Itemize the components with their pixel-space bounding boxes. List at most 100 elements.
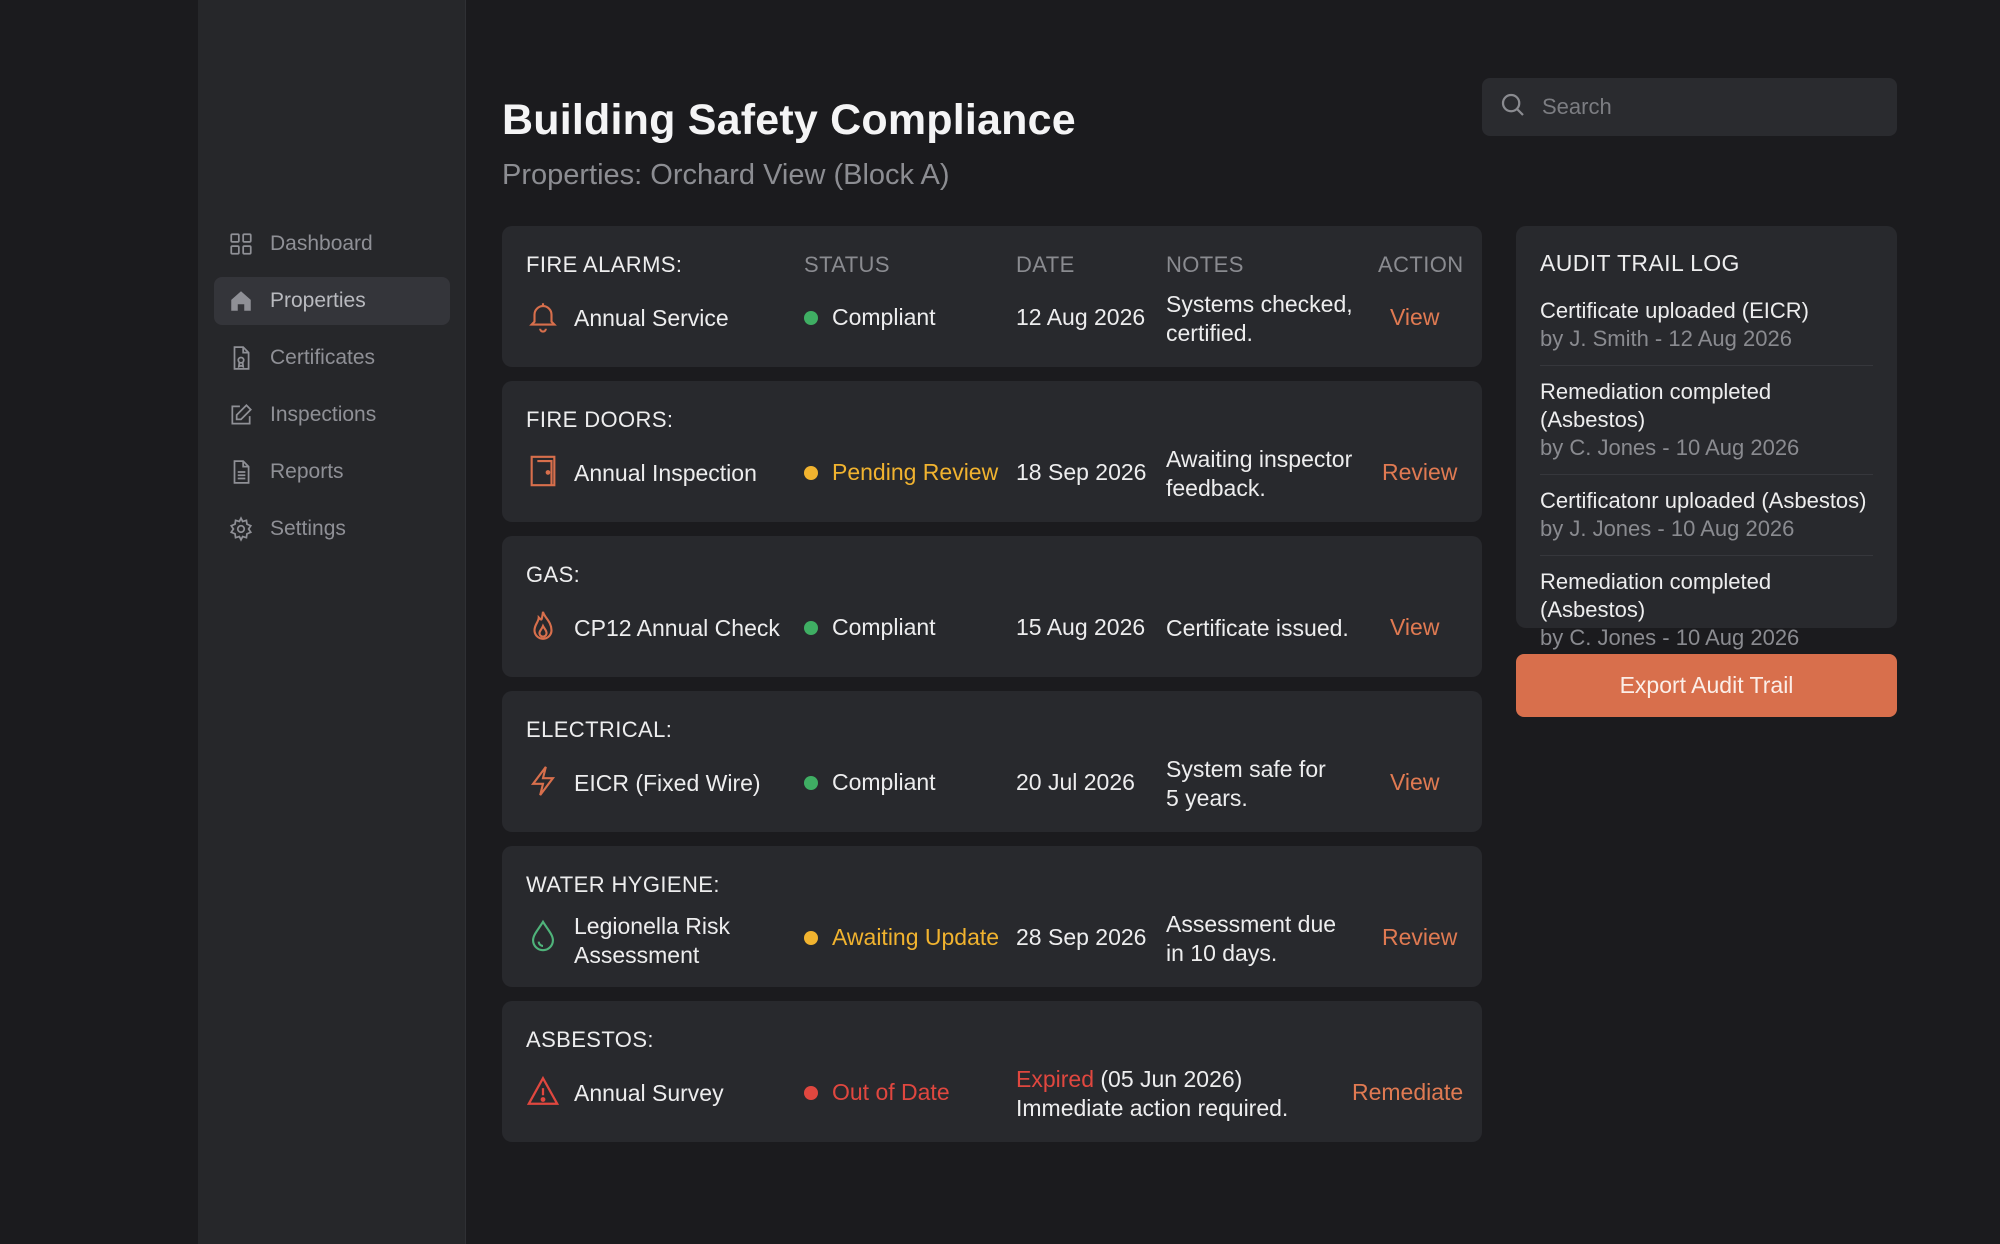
- flame-icon: [526, 608, 560, 648]
- bell-icon: [526, 298, 560, 338]
- status-text: Compliant: [832, 614, 936, 640]
- date-value: 18 Sep 2026: [1016, 459, 1147, 485]
- page-subtitle: Properties: Orchard View (Block A): [502, 159, 950, 191]
- sidebar-item-reports[interactable]: Reports: [214, 448, 450, 496]
- compliance-row: ELECTRICAL: EICR (Fixed Wire) Compliant …: [502, 691, 1482, 832]
- sidebar-item-label: Inspections: [270, 403, 377, 426]
- item-name: Annual Service: [574, 305, 729, 331]
- sidebar-item-label: Properties: [270, 289, 366, 312]
- sidebar-item-settings[interactable]: Settings: [214, 505, 450, 553]
- compliance-row: FIRE DOORS: Annual Inspection Pending Re…: [502, 381, 1482, 522]
- date-value: 15 Aug 2026: [1016, 614, 1146, 640]
- compliance-row: WATER HYGIENE: Legionella Risk Assessmen…: [502, 846, 1482, 987]
- home-icon: [228, 288, 254, 314]
- audit-trail-panel: AUDIT TRAIL LOG Certificate uploaded (EI…: [1516, 226, 1897, 650]
- compliance-row: FIRE ALARMS: STATUS DATE NOTES ACTION An…: [502, 226, 1482, 367]
- audit-entry: Remediation completed (Asbestos) by C. J…: [1540, 378, 1873, 475]
- search-input[interactable]: [1542, 94, 1882, 120]
- status-dot: [804, 620, 818, 635]
- sidebar-item-inspections[interactable]: Inspections: [214, 391, 450, 439]
- sidebar-item-certificates[interactable]: Certificates: [214, 334, 450, 382]
- audit-entry: Certificate uploaded (EICR) by J. Smith …: [1540, 297, 1873, 366]
- audit-entry: Certificatonr uploaded (Asbestos) by J. …: [1540, 487, 1873, 556]
- audit-meta: by C. Jones - 10 Aug 2026: [1540, 435, 1800, 460]
- grid-icon: [228, 231, 254, 257]
- notes-text: Awaiting inspector feedback.: [1166, 446, 1353, 501]
- item-name: CP12 Annual Check: [574, 615, 780, 641]
- water-drop-icon: [526, 918, 560, 958]
- audit-meta: by J. Jones - 10 Aug 2026: [1540, 516, 1795, 541]
- status-text: Out of Date: [832, 1079, 950, 1105]
- remediate-link[interactable]: Remediate: [1352, 1079, 1463, 1106]
- lightning-icon: [526, 763, 560, 803]
- sidebar-item-properties[interactable]: Properties: [214, 277, 450, 325]
- search-icon: [1498, 90, 1528, 125]
- date-value: 12 Aug 2026: [1016, 304, 1146, 330]
- date-column-header: DATE: [1016, 252, 1075, 277]
- review-link[interactable]: Review: [1382, 924, 1457, 951]
- status-text: Compliant: [832, 304, 936, 330]
- certificate-icon: [228, 345, 254, 371]
- sidebar-item-label: Settings: [270, 517, 346, 540]
- expired-date: (05 Jun 2026): [1100, 1066, 1243, 1092]
- audit-trail-title: AUDIT TRAIL LOG: [1540, 250, 1740, 276]
- status-badge: Awaiting Update: [804, 924, 999, 951]
- notes-text: Systems checked, certified.: [1166, 291, 1353, 346]
- action-column-header: ACTION: [1378, 252, 1464, 277]
- sidebar-item-dashboard[interactable]: Dashboard: [214, 220, 450, 268]
- status-dot: [804, 310, 818, 325]
- category-label: ELECTRICAL:: [526, 717, 673, 742]
- audit-meta: by J. Smith - 12 Aug 2026: [1540, 326, 1792, 351]
- warning-icon: [526, 1073, 560, 1113]
- sidebar-item-label: Reports: [270, 460, 344, 483]
- status-dot: [804, 465, 818, 480]
- status-dot: [804, 775, 818, 790]
- date-value: 20 Jul 2026: [1016, 769, 1135, 795]
- category-label: WATER HYGIENE:: [526, 872, 720, 897]
- sidebar-item-label: Dashboard: [270, 232, 373, 255]
- export-audit-trail-button[interactable]: Export Audit Trail: [1516, 654, 1897, 717]
- gear-icon: [228, 516, 254, 542]
- notes-text: Assessment due in 10 days.: [1166, 911, 1337, 966]
- audit-event: Remediation completed (Asbestos): [1540, 379, 1772, 432]
- status-dot: [804, 930, 818, 945]
- status-text: Compliant: [832, 769, 936, 795]
- category-label: ASBESTOS:: [526, 1027, 654, 1052]
- view-link[interactable]: View: [1390, 304, 1439, 331]
- review-link[interactable]: Review: [1382, 459, 1457, 486]
- audit-event: Remediation completed (Asbestos): [1540, 569, 1772, 622]
- notes-text: Expired (05 Jun 2026) Immediate action r…: [1016, 1065, 1316, 1123]
- audit-meta: by C. Jones - 10 Aug 2026: [1540, 625, 1800, 650]
- audit-entry: Remediation completed (Asbestos) by C. J…: [1540, 568, 1873, 664]
- sidebar: Dashboard Properties Certificates Inspec…: [198, 0, 466, 1244]
- audit-event: Certificate uploaded (EICR): [1540, 298, 1810, 323]
- expired-label: Expired: [1016, 1066, 1094, 1092]
- notes-column-header: NOTES: [1166, 252, 1244, 277]
- notes-line: Immediate action required.: [1016, 1095, 1289, 1121]
- audit-event: Certificatonr uploaded (Asbestos): [1540, 488, 1867, 513]
- document-icon: [228, 459, 254, 485]
- status-text: Awaiting Update: [832, 924, 1000, 950]
- sidebar-item-label: Certificates: [270, 346, 376, 369]
- status-badge: Compliant: [804, 614, 936, 641]
- status-dot: [804, 1085, 818, 1100]
- page-header: Building Safety Compliance Properties: O…: [502, 96, 1076, 192]
- notes-text: Certificate issued.: [1166, 615, 1349, 641]
- item-name: Annual Inspection: [574, 460, 757, 486]
- compliance-row: ASBESTOS: Annual Survey Out of Date Expi…: [502, 1001, 1482, 1142]
- search-box[interactable]: [1482, 78, 1897, 136]
- edit-icon: [228, 402, 254, 428]
- status-badge: Out of Date: [804, 1079, 950, 1106]
- status-badge: Compliant: [804, 304, 936, 331]
- compliance-list: FIRE ALARMS: STATUS DATE NOTES ACTION An…: [502, 226, 1482, 1156]
- date-value: 28 Sep 2026: [1016, 924, 1147, 950]
- view-link[interactable]: View: [1390, 614, 1439, 641]
- notes-text: System safe for 5 years.: [1166, 756, 1326, 811]
- item-name: EICR (Fixed Wire): [574, 770, 761, 796]
- view-link[interactable]: View: [1390, 769, 1439, 796]
- sidebar-nav: Dashboard Properties Certificates Inspec…: [214, 220, 450, 562]
- page-title: Building Safety Compliance: [502, 96, 1076, 144]
- item-name: Annual Survey: [574, 1080, 724, 1106]
- status-badge: Pending Review: [804, 459, 998, 486]
- compliance-row: GAS: CP12 Annual Check Compliant 15 Aug …: [502, 536, 1482, 677]
